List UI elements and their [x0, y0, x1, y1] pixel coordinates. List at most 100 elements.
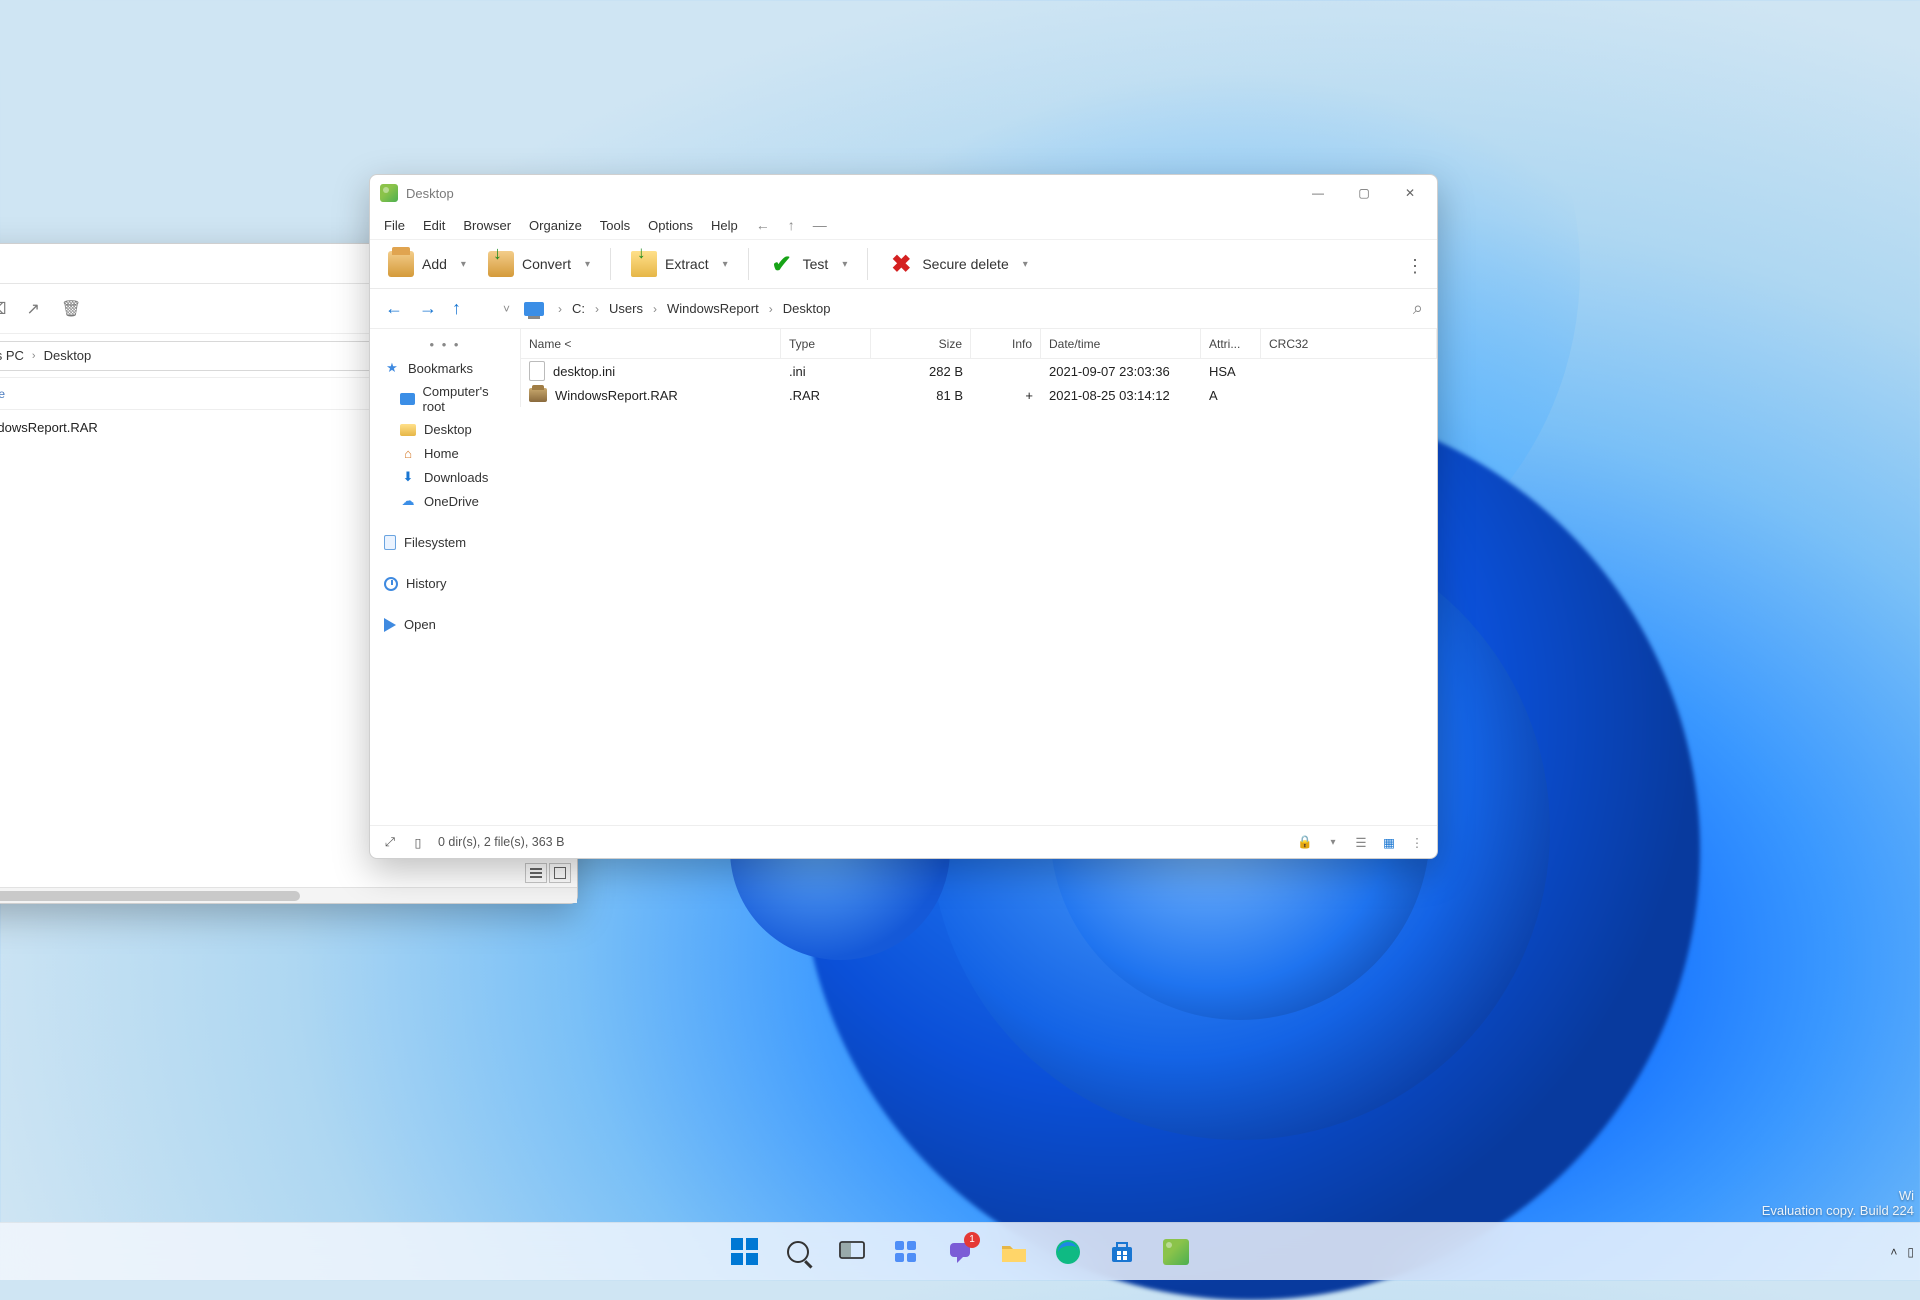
menu-collapse-icon[interactable]: —	[813, 217, 827, 233]
tray-icon[interactable]: ▯	[1907, 1245, 1914, 1259]
horizontal-scrollbar[interactable]	[0, 887, 577, 903]
peazip-window[interactable]: Desktop — ▢ ✕ File Edit Browser Organize Too…	[369, 174, 1438, 859]
breadcrumb-item[interactable]: Desktop	[783, 301, 831, 316]
breadcrumb-item[interactable]: WindowsReport	[667, 301, 759, 316]
sidebar-item-computer-s-root[interactable]: Computer's root	[370, 380, 520, 418]
nav-forward-icon[interactable]: →	[418, 298, 438, 319]
menu-up-icon[interactable]: ↑	[788, 217, 795, 233]
col-name[interactable]: Name <	[521, 329, 781, 358]
delete-icon[interactable]: 🗑	[61, 299, 81, 319]
column-headers: Name < Type Size Info Date/time Attri...…	[520, 329, 1437, 359]
widgets-button[interactable]	[882, 1230, 930, 1274]
menu-edit[interactable]: Edit	[423, 218, 445, 233]
sidebar-menu-icon[interactable]: • • •	[370, 337, 520, 352]
sidebar-item-bookmarks[interactable]: ★Bookmarks	[370, 356, 520, 380]
col-date[interactable]: Date/time	[1041, 329, 1201, 358]
chat-button[interactable]: 1	[936, 1230, 984, 1274]
share-icon[interactable]: ↗	[23, 299, 43, 319]
sidebar-item-history[interactable]: History	[370, 572, 520, 595]
view-large-button[interactable]	[549, 863, 571, 883]
task-view-button[interactable]	[828, 1230, 876, 1274]
minimize-button[interactable]: —	[1295, 177, 1341, 209]
chevron-right-icon: ›	[558, 302, 562, 316]
rename-icon[interactable]: ⌫	[0, 299, 5, 319]
filesystem-icon	[384, 535, 396, 550]
windows-watermark: Wi Evaluation copy. Build 224	[1762, 1188, 1914, 1218]
view-list-icon[interactable]: ☰	[1353, 834, 1369, 850]
more-options-icon[interactable]: ⋮	[1406, 256, 1423, 277]
col-type[interactable]: Type	[781, 329, 871, 358]
menu-tools[interactable]: Tools	[600, 218, 630, 233]
view-details-button[interactable]	[525, 863, 547, 883]
search-icon	[787, 1241, 809, 1263]
menu-help[interactable]: Help	[711, 218, 738, 233]
lock-icon[interactable]: 🔒	[1297, 834, 1313, 850]
menu-browser[interactable]: Browser	[463, 218, 511, 233]
task-view-icon	[839, 1241, 865, 1263]
nav-up-icon[interactable]: ↑	[452, 298, 461, 319]
peazip-taskbar-button[interactable]	[1152, 1230, 1200, 1274]
clipboard-icon[interactable]: ▯	[410, 834, 426, 850]
breadcrumb-item[interactable]: Users	[609, 301, 643, 316]
chevron-down-icon[interactable]: ▾	[461, 259, 466, 270]
chevron-right-icon: ›	[32, 350, 36, 362]
col-crc[interactable]: CRC32	[1261, 329, 1437, 358]
sidebar-item-onedrive[interactable]: ☁OneDrive	[370, 489, 520, 513]
sidebar-item-desktop[interactable]: Desktop	[370, 418, 520, 441]
menu-file[interactable]: File	[384, 218, 405, 233]
col-info[interactable]: Info	[971, 329, 1041, 358]
breadcrumb-item[interactable]: C:	[572, 301, 585, 316]
toolbar-divider	[748, 248, 749, 280]
menu-options[interactable]: Options	[648, 218, 693, 233]
menu-back-icon[interactable]: ←	[756, 217, 770, 233]
sidebar-item-open[interactable]: Open	[370, 613, 520, 636]
archive-icon	[529, 388, 547, 402]
pc-icon[interactable]	[524, 302, 544, 316]
sidebar-item-filesystem[interactable]: Filesystem	[370, 531, 520, 554]
peazip-icon	[1163, 1239, 1189, 1265]
chevron-down-icon[interactable]: ▾	[723, 259, 728, 270]
test-button[interactable]: ✔ Test ▾	[761, 247, 856, 281]
maximize-button[interactable]: ▢	[1341, 177, 1387, 209]
tray-chevron-icon[interactable]: ˄	[1890, 1245, 1897, 1259]
chevron-down-icon[interactable]: ▾	[842, 259, 847, 270]
convert-button[interactable]: Convert ▾	[480, 247, 598, 281]
peazip-file-list: Name < Type Size Info Date/time Attri...…	[520, 329, 1437, 825]
file-row[interactable]: WindowsReport.RAR.RAR81 B+2021-08-25 03:…	[520, 383, 1437, 407]
col-attr[interactable]: Attri...	[1201, 329, 1261, 358]
edge-icon	[1054, 1238, 1082, 1266]
start-button[interactable]	[720, 1230, 768, 1274]
resize-icon[interactable]: ⤢	[382, 834, 398, 850]
taskbar[interactable]: 1 ˄ ▯	[0, 1222, 1920, 1280]
breadcrumb-item[interactable]: This PC	[0, 348, 24, 363]
peazip-titlebar[interactable]: Desktop — ▢ ✕	[370, 175, 1437, 211]
chevron-down-icon[interactable]: ▾	[1325, 834, 1341, 850]
view-icons-icon[interactable]: ▦	[1381, 834, 1397, 850]
add-button[interactable]: Add ▾	[380, 247, 474, 281]
system-tray[interactable]: ˄ ▯	[1890, 1245, 1914, 1259]
store-icon	[1109, 1239, 1135, 1265]
store-button[interactable]	[1098, 1230, 1146, 1274]
menu-organize[interactable]: Organize	[529, 218, 582, 233]
chevron-down-icon[interactable]: ▾	[1023, 259, 1028, 270]
chat-badge: 1	[964, 1232, 980, 1248]
breadcrumb-item[interactable]: Desktop	[44, 348, 92, 363]
sidebar-item-downloads[interactable]: ⬇Downloads	[370, 465, 520, 489]
close-button[interactable]: ✕	[1387, 177, 1433, 209]
add-icon	[388, 251, 414, 277]
search-button[interactable]	[774, 1230, 822, 1274]
file-row[interactable]: desktop.ini.ini282 B2021-09-07 23:03:36H…	[520, 359, 1437, 383]
col-size[interactable]: Size	[871, 329, 971, 358]
search-icon[interactable]: ⌕	[1413, 298, 1423, 319]
convert-icon	[488, 251, 514, 277]
windows-logo-icon	[731, 1238, 758, 1265]
secure-delete-button[interactable]: ✖ Secure delete ▾	[880, 247, 1035, 281]
nav-back-icon[interactable]: ←	[384, 298, 404, 319]
file-explorer-button[interactable]	[990, 1230, 1038, 1274]
chevron-down-icon[interactable]: ▾	[585, 259, 590, 270]
edge-button[interactable]	[1044, 1230, 1092, 1274]
extract-button[interactable]: Extract ▾	[623, 247, 736, 281]
chevron-down-icon[interactable]: ˅	[503, 302, 510, 316]
more-icon[interactable]: ⋮	[1409, 834, 1425, 850]
sidebar-item-home[interactable]: ⌂Home	[370, 441, 520, 465]
